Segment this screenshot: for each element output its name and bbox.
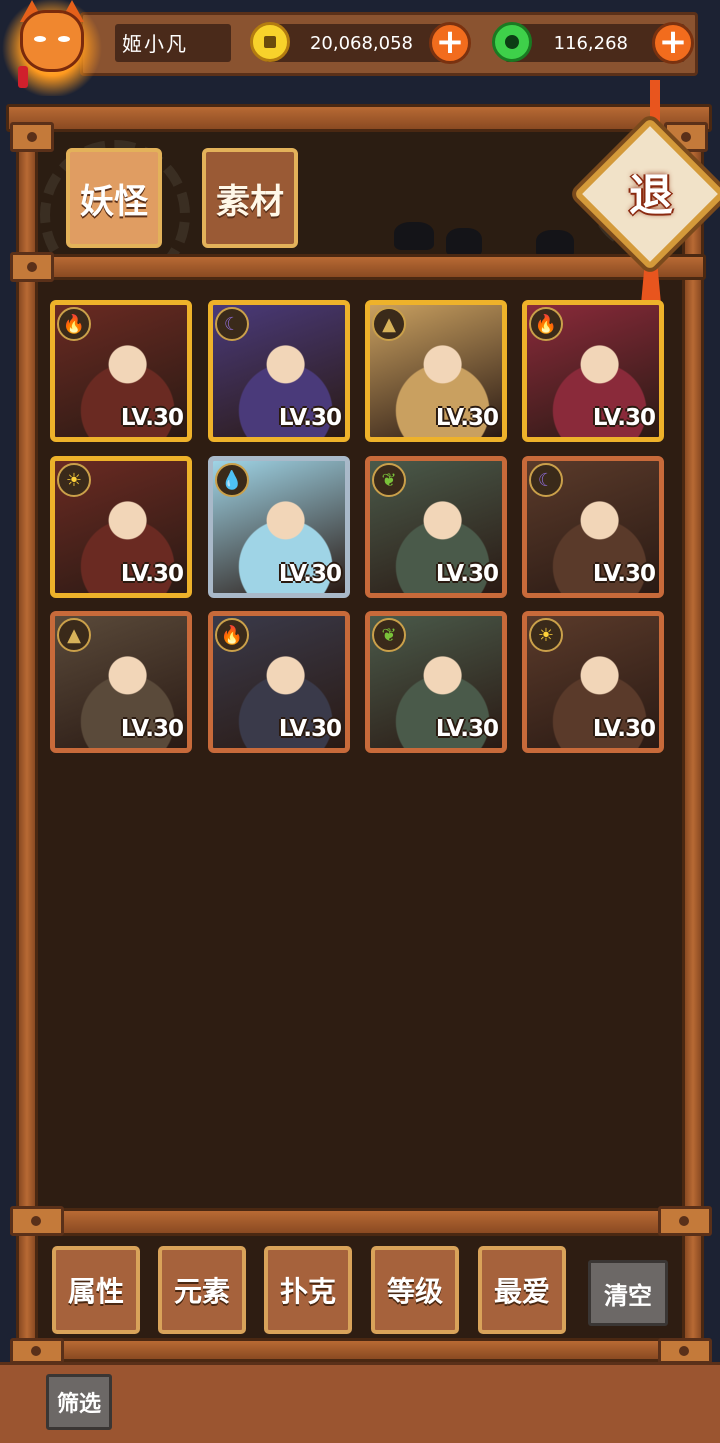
left-post [16, 120, 38, 1360]
bracket [10, 1206, 64, 1236]
leaf-element-icon: ❦ [372, 463, 406, 497]
water-element-icon: 💧 [215, 463, 249, 497]
filter-level-button[interactable]: 等级 [371, 1246, 459, 1334]
charm-icon [18, 66, 28, 88]
filter-poker-button[interactable]: 扑克 [264, 1246, 352, 1334]
monster-level: LV.30 [120, 561, 184, 587]
bracket [10, 122, 54, 152]
clear-button[interactable]: 清空 [588, 1260, 668, 1326]
gold-amount: 20,068,058 [309, 33, 413, 54]
sun-element-icon: ☀ [529, 618, 563, 652]
gold-coin-icon [250, 22, 290, 62]
plus-icon: + [658, 22, 688, 62]
fox-eye [58, 36, 70, 42]
bracket [10, 252, 54, 282]
monster-card[interactable]: ☾ LV.30 [208, 300, 350, 442]
shadow-creature-icon [394, 222, 434, 250]
tab-materials[interactable]: 素材 [202, 148, 298, 248]
bracket [658, 1206, 712, 1236]
monster-card[interactable]: ▲ LV.30 [365, 300, 507, 442]
fire-element-icon: 🔥 [215, 618, 249, 652]
earth-element-icon: ▲ [372, 307, 406, 341]
monster-level: LV.30 [120, 405, 184, 431]
add-jade-button[interactable]: + [652, 22, 694, 64]
exit-label[interactable]: 退 [606, 158, 696, 234]
player-name: 姬小凡 [122, 32, 188, 56]
sun-element-icon: ☀ [57, 463, 91, 497]
fire-element-icon: 🔥 [529, 307, 563, 341]
monster-card[interactable]: ☀ LV.30 [50, 456, 192, 598]
add-gold-button[interactable]: + [429, 22, 471, 64]
monster-level: LV.30 [435, 405, 499, 431]
bracket [10, 1338, 64, 1364]
monster-card[interactable]: ❦ LV.30 [365, 611, 507, 753]
bracket [658, 1338, 712, 1364]
monster-card[interactable]: ❦ LV.30 [365, 456, 507, 598]
monster-level: LV.30 [592, 561, 656, 587]
filter-element-button[interactable]: 元素 [158, 1246, 246, 1334]
moon-element-icon: ☾ [529, 463, 563, 497]
monster-level: LV.30 [435, 561, 499, 587]
monster-level: LV.30 [592, 716, 656, 742]
earth-element-icon: ▲ [57, 618, 91, 652]
tab-beam [14, 254, 706, 280]
moon-element-icon: ☾ [215, 307, 249, 341]
fire-element-icon: 🔥 [57, 307, 91, 341]
monster-level: LV.30 [592, 405, 656, 431]
monster-level: LV.30 [278, 716, 342, 742]
shadow-creature-icon [446, 228, 482, 256]
monster-card[interactable]: ▲ LV.30 [50, 611, 192, 753]
bottom-beam [14, 1338, 706, 1362]
top-beam [6, 104, 712, 132]
filter-beam [14, 1208, 706, 1236]
fox-mask-icon [20, 10, 84, 72]
monster-card[interactable]: ☀ LV.30 [522, 611, 664, 753]
plus-icon: + [435, 22, 465, 62]
right-post [682, 120, 704, 1360]
monster-card[interactable]: 🔥 LV.30 [208, 611, 350, 753]
leaf-element-icon: ❦ [372, 618, 406, 652]
monster-level: LV.30 [120, 716, 184, 742]
jade-coin-icon [492, 22, 532, 62]
filter-favorite-button[interactable]: 最爱 [478, 1246, 566, 1334]
screen-button[interactable]: 筛选 [46, 1374, 112, 1430]
monster-card[interactable]: 💧 LV.30 [208, 456, 350, 598]
monster-card[interactable]: 🔥 LV.30 [50, 300, 192, 442]
monster-level: LV.30 [435, 716, 499, 742]
monster-card[interactable]: ☾ LV.30 [522, 456, 664, 598]
monster-level: LV.30 [278, 405, 342, 431]
monster-card[interactable]: 🔥 LV.30 [522, 300, 664, 442]
tab-monsters[interactable]: 妖怪 [66, 148, 162, 248]
fox-eye [34, 36, 46, 42]
filter-attribute-button[interactable]: 属性 [52, 1246, 140, 1334]
monster-level: LV.30 [278, 561, 342, 587]
jade-amount: 116,268 [553, 33, 628, 54]
